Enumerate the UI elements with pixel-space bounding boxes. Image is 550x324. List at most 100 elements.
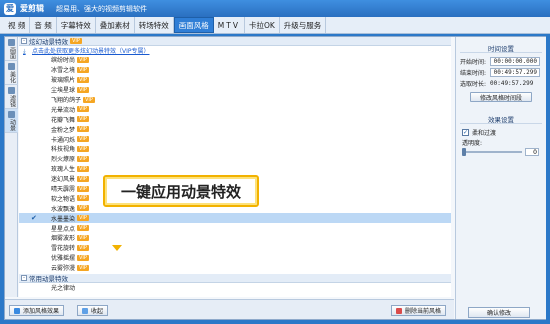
duration-row: 选取时长: 00:49:57.299 — [456, 78, 546, 89]
list-item[interactable]: 光之律动 — [19, 283, 451, 293]
list-item[interactable]: 玫瑰人生 VIP — [19, 164, 451, 174]
end-time-label: 结束时间: — [460, 70, 487, 77]
collapse-icon[interactable]: - — [21, 274, 27, 281]
time-settings-title: 时间设置 — [460, 43, 542, 53]
side-tab-icon — [8, 110, 15, 118]
bottom-toolbar: 添加风格效果 收起 删除当前风格 — [5, 299, 454, 319]
effect-name: 光之律动 — [51, 285, 76, 293]
opacity-slider[interactable] — [462, 148, 522, 156]
menu-item-8[interactable]: 升级与服务 — [280, 17, 327, 33]
end-time-input[interactable]: 00:49:57.299 — [490, 68, 540, 77]
effect-name: 玫瑰人生 — [51, 166, 76, 174]
group-header-dynamic-effects[interactable]: - 炫幻动景特效 VIP — [19, 37, 451, 46]
menu-item-6[interactable]: MTV — [214, 17, 245, 33]
list-item[interactable]: 优雅摇摆 VIP — [19, 253, 451, 263]
effect-name: 飞翔的鸽子 — [51, 97, 82, 104]
list-item[interactable]: 云雾弥漫 VIP — [19, 263, 451, 273]
vip-badge: VIP — [77, 175, 89, 182]
start-time-label: 开始时间: — [460, 59, 487, 66]
opacity-label: 透明度: — [462, 139, 483, 147]
menu-item-2[interactable]: 字幕特效 — [57, 17, 96, 33]
app-slogan: 超易用、强大的视频剪辑软件 — [56, 4, 147, 13]
vip-badge: VIP — [77, 56, 89, 63]
list-item[interactable]: ✔ 水墨墨染 VIP — [19, 213, 451, 224]
vip-badge: VIP — [77, 234, 89, 241]
effect-name: 烟雾波形 — [51, 235, 76, 243]
vip-badge: VIP — [77, 185, 89, 192]
side-tab-label: 画面 — [8, 46, 16, 59]
menu-item-4[interactable]: 转场特效 — [135, 17, 174, 33]
list-item[interactable]: 星星点点 VIP — [19, 223, 451, 233]
collapse-button[interactable]: 收起 — [77, 305, 109, 316]
list-item[interactable]: 玻璃照片 VIP — [19, 75, 451, 85]
list-item[interactable]: 花瓣飞舞 VIP — [19, 114, 451, 124]
side-tab-icon — [8, 62, 15, 70]
side-tab-3[interactable]: 动景 — [5, 109, 18, 133]
effect-name: 卡通闪烁 — [51, 136, 76, 144]
list-item[interactable]: 科技视角 VIP — [19, 144, 451, 154]
vip-badge: VIP — [77, 116, 89, 123]
menu-item-5[interactable]: 画面风格 — [173, 17, 214, 33]
add-icon — [14, 307, 20, 314]
vip-badge: VIP — [77, 66, 89, 73]
main-area: 画面美化 滤镜 动景 - 炫幻动景特效 VIP ⤓ 点击此处获取更多炫幻动景特效（V… — [4, 36, 546, 320]
vip-badge: VIP — [77, 86, 89, 93]
delete-style-button[interactable]: 删除当前风格 — [391, 305, 447, 316]
vip-badge: VIP — [83, 96, 95, 103]
effect-name: 迷幻风景 — [51, 176, 76, 184]
get-more-effects-link[interactable]: ⤓ 点击此处获取更多炫幻动景特效（VIP专属） — [19, 46, 451, 56]
effect-name: 尘埃星球 — [51, 87, 76, 95]
app-name: 爱剪辑 — [20, 4, 44, 13]
menu-item-0[interactable]: 视 频 — [4, 17, 31, 33]
vip-badge: VIP — [77, 165, 89, 172]
menu-item-7[interactable]: 卡拉OK — [245, 17, 280, 33]
vip-badge: VIP — [77, 215, 89, 222]
side-tab-1[interactable]: 美化 — [5, 61, 18, 85]
group-header-common-effects[interactable]: - 常用动景特效 — [19, 273, 451, 283]
modify-time-button[interactable]: 修改风格时间段 — [470, 92, 532, 102]
list-item[interactable]: 雪花旋转 VIP — [19, 243, 451, 253]
duration-label: 选取时长: — [460, 81, 487, 88]
list-item[interactable]: 飞翔的鸽子 VIP — [19, 95, 451, 105]
list-item[interactable]: 缤纷时尚 VIP — [19, 55, 451, 65]
effect-name: 水墨墨染 — [51, 215, 76, 223]
delete-style-label: 删除当前风格 — [405, 308, 442, 315]
vip-badge: VIP — [77, 244, 89, 251]
list-item[interactable]: 冰雪之境 VIP — [19, 65, 451, 75]
callout-arrow — [112, 245, 122, 251]
side-tab-2[interactable]: 滤镜 — [5, 85, 18, 109]
vip-badge: VIP — [77, 145, 89, 152]
list-item[interactable]: 卡通闪烁 VIP — [19, 134, 451, 144]
list-item[interactable]: 烈火燎原 VIP — [19, 154, 451, 164]
collapse-icon[interactable]: - — [21, 38, 27, 44]
menu-bar: 视 频音 频字幕特效 叠加素材 转场特效 画面风格 MTV 卡拉OK 升级与服务 — [0, 17, 550, 34]
opacity-slider-handle[interactable] — [462, 148, 466, 156]
menu-item-3[interactable]: 叠加素材 — [96, 17, 135, 33]
list-item[interactable]: 尘埃星球 VIP — [19, 85, 451, 95]
effect-name: 水波飘逸 — [51, 205, 76, 213]
soft-transition-checkbox[interactable]: ✓ — [462, 128, 469, 136]
effect-settings-title: 效果设置 — [460, 114, 542, 124]
menu-item-1[interactable]: 音 频 — [30, 17, 57, 33]
effect-name: 玻璃照片 — [51, 77, 76, 85]
side-tab-0[interactable]: 画面 — [5, 37, 18, 61]
soft-transition-row[interactable]: ✓ 柔和过渡 — [456, 127, 546, 137]
group-title: 常用动景特效 — [29, 274, 68, 283]
list-item[interactable]: 烟雾波形 VIP — [19, 233, 451, 243]
vip-badge: VIP — [77, 225, 89, 232]
list-item[interactable]: 金粉之梦 VIP — [19, 124, 451, 134]
add-style-button[interactable]: 添加风格效果 — [9, 305, 65, 316]
list-item[interactable]: 光晕流动 VIP — [19, 104, 451, 114]
soft-transition-label: 柔和过渡 — [472, 129, 497, 137]
opacity-value-input[interactable]: 0 — [525, 148, 539, 156]
confirm-modify-button[interactable]: 确认修改 — [468, 307, 530, 318]
settings-panel: 时间设置 开始时间: 00:00:00.000 结束时间: 00:49:57.2… — [455, 37, 546, 319]
start-time-input[interactable]: 00:00:00.000 — [490, 57, 540, 66]
add-style-label: 添加风格效果 — [23, 308, 60, 315]
effect-rows: 缤纷时尚 VIP 冰雪之境 VIP 玻璃照片 VIP 尘埃星球 VIP 飞翔的鸽子 VIP 光晕流动… — [19, 55, 451, 273]
effect-name: 花瓣飞舞 — [51, 116, 76, 124]
opacity-slider-row: 0 — [456, 147, 546, 157]
effects-list: - 炫幻动景特效 VIP ⤓ 点击此处获取更多炫幻动景特效（VIP专属） 缤纷时… — [19, 37, 451, 297]
vip-badge: VIP — [77, 76, 89, 83]
effect-name: 优雅摇摆 — [51, 255, 76, 263]
